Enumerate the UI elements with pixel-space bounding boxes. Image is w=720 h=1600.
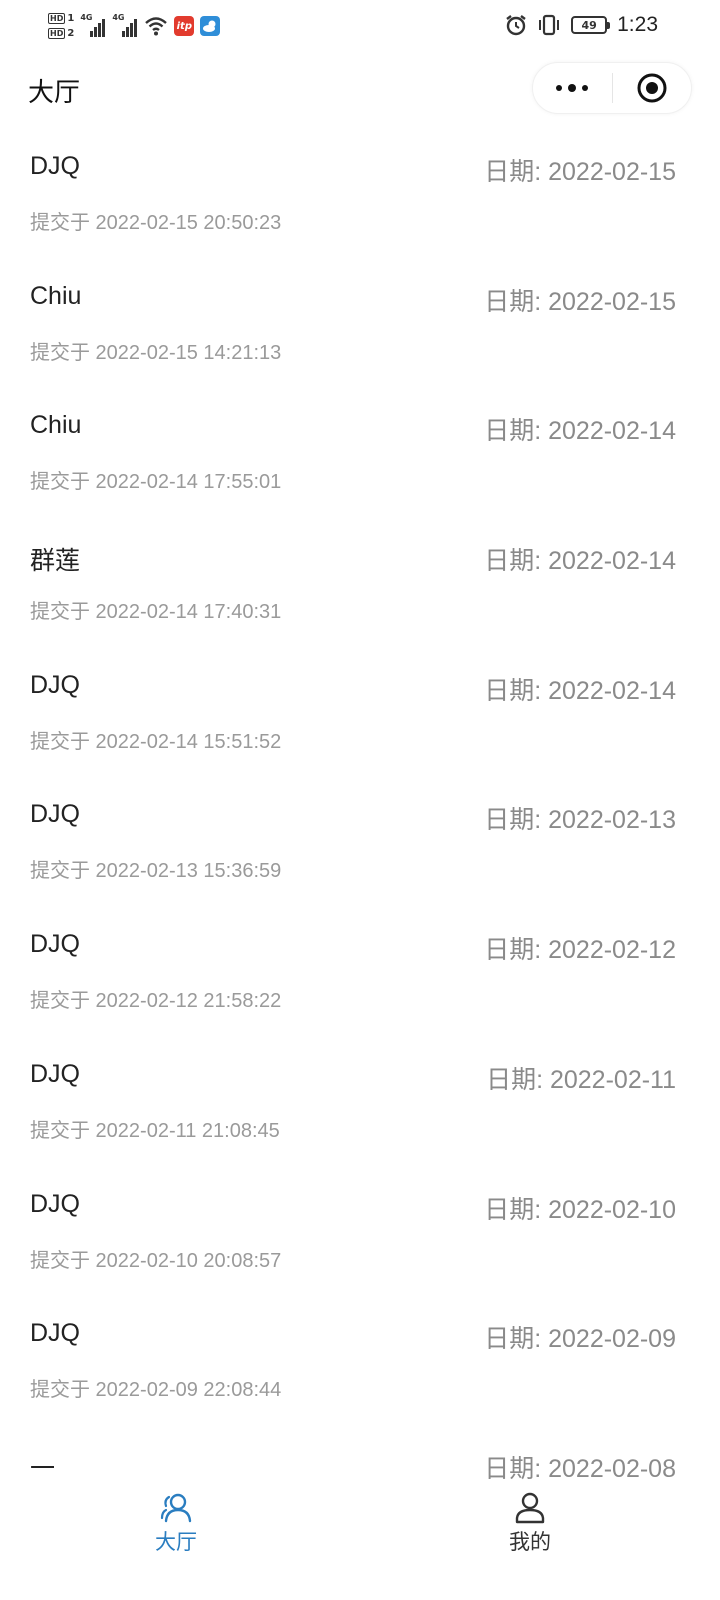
- wifi-icon: [145, 17, 168, 36]
- record-name: 一: [30, 1454, 56, 1482]
- record-name: DJQ: [30, 670, 80, 699]
- status-right: 49 1:23: [505, 8, 658, 42]
- cloud-icon: [203, 20, 216, 32]
- list-item[interactable]: DJQ 日期: 2022-02-14 提交于 2022-02-14 15:51:…: [0, 649, 720, 779]
- record-submitted-time: 提交于 2022-02-14 17:40:31: [30, 601, 282, 624]
- record-date: 日期: 2022-02-10: [484, 1195, 676, 1224]
- tab-hall[interactable]: 大厅: [76, 1492, 276, 1556]
- battery-icon: 49: [571, 16, 611, 34]
- clock: 1:23: [617, 13, 658, 36]
- record-submitted-time: 提交于 2022-02-09 22:08:44: [30, 1379, 282, 1402]
- record-submitted-time: 提交于 2022-02-14 17:55:01: [30, 471, 282, 494]
- record-date: 日期: 2022-02-12: [484, 936, 676, 965]
- users-icon: [160, 1493, 192, 1523]
- record-date: 日期: 2022-02-11: [486, 1065, 676, 1094]
- record-name: DJQ: [30, 152, 80, 180]
- list-item[interactable]: DJQ 日期: 2022-02-11 提交于 2022-02-11 21:08:…: [0, 1038, 720, 1168]
- record-submitted-time: 提交于 2022-02-15 14:21:13: [30, 341, 282, 364]
- close-miniprogram-button[interactable]: [613, 63, 692, 113]
- hd-indicators: HD 1 HD 2: [48, 12, 74, 40]
- list-item[interactable]: DJQ 日期: 2022-02-13 提交于 2022-02-13 15:36:…: [0, 778, 720, 908]
- record-submitted-time: 提交于 2022-02-13 15:36:59: [30, 860, 282, 883]
- list-item[interactable]: Chiu 日期: 2022-02-14 提交于 2022-02-14 17:55…: [0, 389, 720, 519]
- weather-app-icon: [200, 16, 221, 36]
- more-button[interactable]: [533, 63, 612, 113]
- record-date: 日期: 2022-02-09: [484, 1325, 676, 1354]
- list-item[interactable]: Chiu 日期: 2022-02-15 提交于 2022-02-15 14:21…: [0, 260, 720, 390]
- tab-label: 我的: [509, 1530, 551, 1554]
- record-name: DJQ: [30, 1059, 80, 1088]
- title-bar: 大厅: [0, 50, 720, 128]
- signal-1-icon: 4G: [80, 13, 106, 37]
- record-submitted-time: 提交于 2022-02-11 21:08:45: [30, 1119, 280, 1142]
- record-submitted-time: 提交于 2022-02-14 15:51:52: [30, 730, 282, 753]
- tab-label: 大厅: [155, 1530, 197, 1554]
- mini-program-capsule: [532, 62, 692, 114]
- list-item[interactable]: 一 日期: 2022-02-08: [0, 1427, 720, 1482]
- record-date: 日期: 2022-02-08: [484, 1454, 676, 1482]
- record-date: 日期: 2022-02-15: [484, 287, 676, 316]
- list-item[interactable]: DJQ 日期: 2022-02-15 提交于 2022-02-15 20:50:…: [0, 130, 720, 260]
- vibrate-icon: [539, 14, 560, 36]
- status-bar: HD 1 HD 2 4G 4G itp 49 1:23: [0, 0, 720, 50]
- record-submitted-time: 提交于 2022-02-10 20:08:57: [30, 1249, 282, 1272]
- user-icon: [515, 1492, 545, 1524]
- record-date: 日期: 2022-02-14: [484, 417, 676, 446]
- target-close-icon: [637, 73, 667, 103]
- record-name: DJQ: [30, 800, 80, 829]
- record-date: 日期: 2022-02-14: [484, 547, 676, 576]
- hd1-indicator: HD 1: [48, 13, 75, 24]
- tab-mine[interactable]: 我的: [430, 1492, 630, 1556]
- page-title: 大厅: [28, 78, 81, 108]
- list-item[interactable]: DJQ 日期: 2022-02-10 提交于 2022-02-10 20:08:…: [0, 1168, 720, 1298]
- alarm-icon: [506, 15, 526, 36]
- app-notification-red-icon: itp: [174, 16, 195, 36]
- record-date: 日期: 2022-02-15: [484, 158, 676, 186]
- record-submitted-time: 提交于 2022-02-12 21:58:22: [30, 990, 282, 1013]
- record-name: DJQ: [30, 1319, 80, 1348]
- record-name: Chiu: [30, 411, 82, 440]
- more-dots-icon: [556, 84, 589, 92]
- record-submitted-time: 提交于 2022-02-15 20:50:23: [30, 212, 282, 234]
- list-item[interactable]: 群莲 日期: 2022-02-14 提交于 2022-02-14 17:40:3…: [0, 519, 720, 649]
- list-item[interactable]: DJQ 日期: 2022-02-12 提交于 2022-02-12 21:58:…: [0, 908, 720, 1038]
- list-item[interactable]: DJQ 日期: 2022-02-09 提交于 2022-02-09 22:08:…: [0, 1297, 720, 1427]
- record-name: DJQ: [30, 1189, 80, 1218]
- hd2-indicator: HD 2: [48, 28, 75, 39]
- signal-2-icon: 4G: [112, 13, 138, 37]
- record-name: DJQ: [30, 930, 80, 959]
- record-date: 日期: 2022-02-13: [484, 806, 676, 835]
- record-date: 日期: 2022-02-14: [484, 676, 676, 705]
- bottom-tab-bar: 大厅 我的: [0, 1482, 720, 1600]
- record-name: 群莲: [30, 547, 81, 576]
- status-left: HD 1 HD 2 4G 4G itp: [48, 8, 221, 44]
- record-list: DJQ 日期: 2022-02-15 提交于 2022-02-15 20:50:…: [0, 130, 720, 1482]
- record-name: Chiu: [30, 281, 82, 310]
